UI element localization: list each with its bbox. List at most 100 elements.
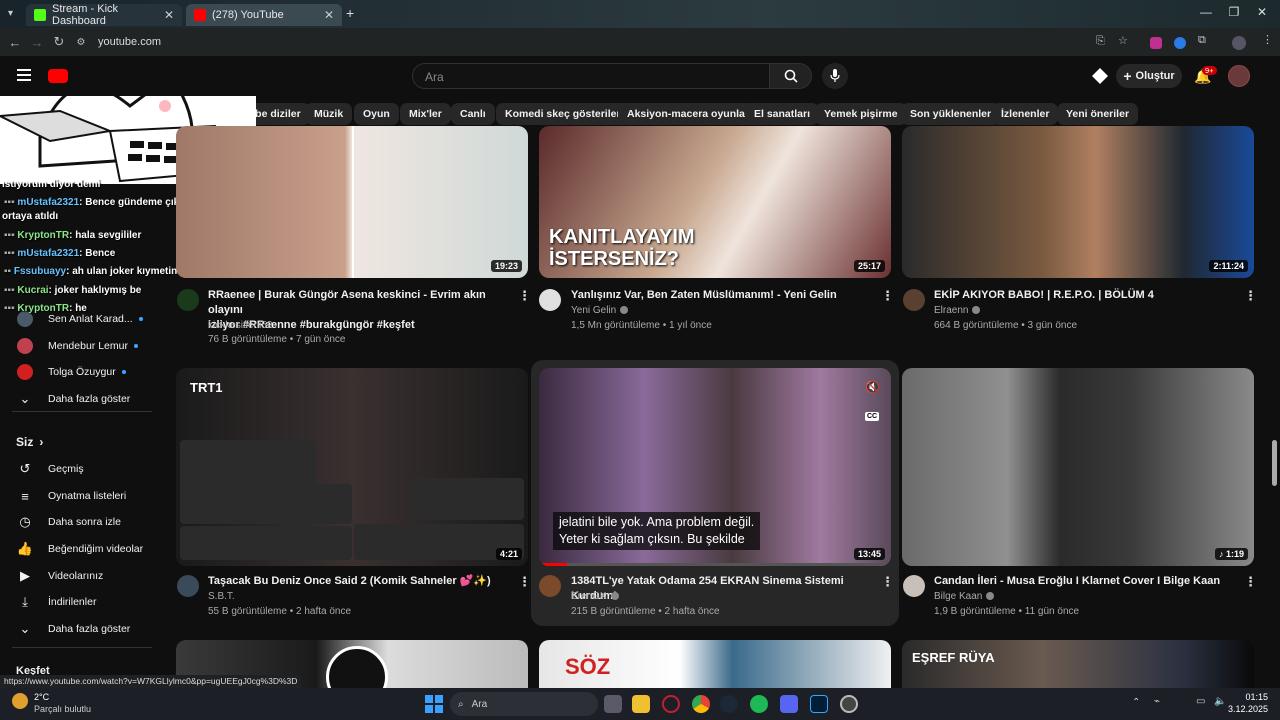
- channel-avatar[interactable]: [177, 289, 199, 311]
- chip[interactable]: Müzik: [305, 103, 353, 125]
- profile-icon[interactable]: [1232, 36, 1246, 50]
- channel-avatar[interactable]: [903, 575, 925, 597]
- taskbar-search[interactable]: ⌕ Ara: [450, 692, 598, 716]
- more-options-icon[interactable]: ⋮: [1244, 288, 1257, 304]
- chip[interactable]: Mix'ler: [400, 103, 451, 125]
- obs-icon[interactable]: [840, 695, 858, 713]
- video-thumbnail[interactable]: ♪ 1:19: [902, 368, 1254, 566]
- tray-chevron-icon[interactable]: ⌃: [1132, 697, 1140, 708]
- task-view-icon[interactable]: [604, 695, 622, 713]
- more-options-icon[interactable]: ⋮: [518, 574, 531, 590]
- sidebar-item-history[interactable]: ↺ Geçmiş: [0, 456, 154, 482]
- channel-name[interactable]: kickkesitlerii52: [208, 318, 272, 333]
- spotify-icon[interactable]: [750, 695, 768, 713]
- file-explorer-icon[interactable]: [632, 695, 650, 713]
- more-options-icon[interactable]: ⋮: [518, 288, 531, 304]
- chip[interactable]: Komedi skeç gösterileri: [496, 103, 633, 125]
- channel-name[interactable]: ErenGK: [571, 589, 619, 604]
- mute-icon[interactable]: 🔇: [865, 380, 880, 394]
- new-tab-button[interactable]: +: [346, 5, 354, 21]
- menu-kebab-icon[interactable]: ⋮: [1262, 33, 1273, 46]
- chip[interactable]: Yemek pişirme: [815, 103, 907, 125]
- sidebar-show-more[interactable]: ⌄ Daha fazla göster: [0, 616, 154, 642]
- youtube-logo[interactable]: [48, 69, 68, 83]
- url-field[interactable]: youtube.com: [98, 36, 161, 48]
- scrollbar-thumb[interactable]: [1272, 440, 1277, 486]
- display-icon[interactable]: ▭: [1196, 696, 1205, 707]
- sidebar-you-header[interactable]: Siz ›: [0, 429, 154, 455]
- more-options-icon[interactable]: ⋮: [1244, 574, 1257, 590]
- video-title[interactable]: Taşacak Bu Deniz Once Said 2 (Komik Sahn…: [208, 574, 508, 589]
- video-thumbnail[interactable]: TRT1 4:21: [176, 368, 528, 566]
- chip[interactable]: Son yüklenenler: [901, 103, 1001, 125]
- extensions-puzzle-icon[interactable]: ⧉: [1198, 34, 1206, 47]
- sidebar-show-more[interactable]: ⌄ Daha fazla göster: [0, 386, 154, 412]
- install-icon[interactable]: ⎘: [1096, 35, 1105, 48]
- close-icon[interactable]: ✕: [324, 8, 334, 22]
- discord-icon[interactable]: [780, 695, 798, 713]
- photoshop-icon[interactable]: [810, 695, 828, 713]
- sidebar-sub-item[interactable]: Tolga Özuygur: [0, 359, 154, 385]
- bookmark-star-icon[interactable]: ☆: [1118, 34, 1128, 47]
- account-avatar[interactable]: [1228, 65, 1250, 87]
- channel-name[interactable]: Elraenn: [934, 303, 981, 318]
- sidebar-item-playlists[interactable]: ≡ Oynatma listeleri: [0, 483, 154, 509]
- extension-icon[interactable]: [1150, 37, 1162, 49]
- clock-date[interactable]: 3.12.2025: [1216, 704, 1268, 714]
- create-button[interactable]: + Oluştur: [1116, 64, 1182, 88]
- weather-icon[interactable]: [12, 693, 28, 709]
- close-icon[interactable]: ✕: [164, 8, 174, 22]
- windows-start-icon[interactable]: [425, 695, 443, 713]
- video-thumbnail[interactable]: 2:11:24: [902, 126, 1254, 278]
- channel-name[interactable]: Bilge Kaan: [934, 589, 995, 604]
- channel-avatar[interactable]: [539, 289, 561, 311]
- video-preview[interactable]: 🔇 CC jelatini bile yok. Ama problem deği…: [539, 368, 891, 566]
- sidebar-item-your-videos[interactable]: ▶ Videolarınız: [0, 563, 154, 589]
- channel-avatar[interactable]: [539, 575, 561, 597]
- chip[interactable]: El sanatları: [745, 103, 820, 125]
- chrome-icon[interactable]: [692, 695, 710, 713]
- search-input[interactable]: Ara: [412, 63, 770, 89]
- steam-icon[interactable]: [720, 695, 738, 713]
- back-icon[interactable]: ←: [4, 35, 26, 50]
- close-window-button[interactable]: ✕: [1242, 5, 1280, 19]
- network-icon[interactable]: ⌁: [1154, 696, 1160, 707]
- video-thumbnail[interactable]: 19:23: [176, 126, 528, 278]
- closed-captions-icon[interactable]: CC: [865, 412, 880, 421]
- video-thumbnail[interactable]: KANITLAYAYIM İSTERSENİZ? 25:17: [539, 126, 891, 278]
- chip[interactable]: Oyun: [354, 103, 399, 125]
- chip[interactable]: Yeni öneriler: [1057, 103, 1139, 125]
- sidebar-item-liked[interactable]: 👍 Beğendiğim videolar: [0, 536, 154, 562]
- channel-name[interactable]: S.B.T.: [208, 589, 235, 604]
- chip[interactable]: Aksiyon-macera oyunları: [618, 103, 761, 125]
- video-thumbnail[interactable]: EŞREF RÜYA: [902, 640, 1254, 688]
- reload-icon[interactable]: ↻: [48, 34, 70, 50]
- chip[interactable]: Canlı: [451, 103, 495, 125]
- forward-icon[interactable]: →: [26, 35, 48, 50]
- hamburger-menu-icon[interactable]: [17, 69, 31, 81]
- more-options-icon[interactable]: ⋮: [881, 288, 894, 304]
- more-options-icon[interactable]: ⋮: [881, 574, 894, 590]
- search-button[interactable]: [770, 63, 812, 89]
- sidebar-item-downloads[interactable]: ⤓ İndirilenler: [0, 589, 154, 615]
- video-title[interactable]: Yanlışınız Var, Ben Zaten Müslümanım! - …: [571, 288, 871, 303]
- chip[interactable]: İzlenenler: [992, 103, 1059, 125]
- tab-kick[interactable]: Stream - Kick Dashboard ✕: [26, 3, 182, 27]
- clock-time[interactable]: 01:15: [1240, 692, 1268, 702]
- opera-icon[interactable]: [662, 695, 680, 713]
- video-thumbnail[interactable]: SÖZ: [539, 640, 891, 688]
- weather-temp[interactable]: 2°C: [34, 692, 49, 702]
- channel-name[interactable]: Yeni Gelin: [571, 303, 629, 318]
- extension-icon[interactable]: [1174, 37, 1186, 49]
- site-info-icon[interactable]: ⚙: [70, 37, 92, 48]
- channel-avatar[interactable]: [177, 575, 199, 597]
- tab-list-icon[interactable]: ▾: [8, 8, 13, 19]
- tab-youtube[interactable]: (278) YouTube ✕: [186, 4, 342, 26]
- voice-search-button[interactable]: [822, 63, 848, 89]
- channel-avatar[interactable]: [903, 289, 925, 311]
- sidebar-item-watch-later[interactable]: ◷ Daha sonra izle: [0, 509, 154, 535]
- video-title[interactable]: EKİP AKIYOR BABO! | R.E.P.O. | BÖLÜM 4: [934, 288, 1234, 303]
- sidebar-sub-item[interactable]: Mendebur Lemur: [0, 333, 154, 359]
- video-title[interactable]: Candan İleri - Musa Eroğlu I Klarnet Cov…: [934, 574, 1234, 589]
- weather-desc[interactable]: Parçalı bulutlu: [34, 704, 91, 714]
